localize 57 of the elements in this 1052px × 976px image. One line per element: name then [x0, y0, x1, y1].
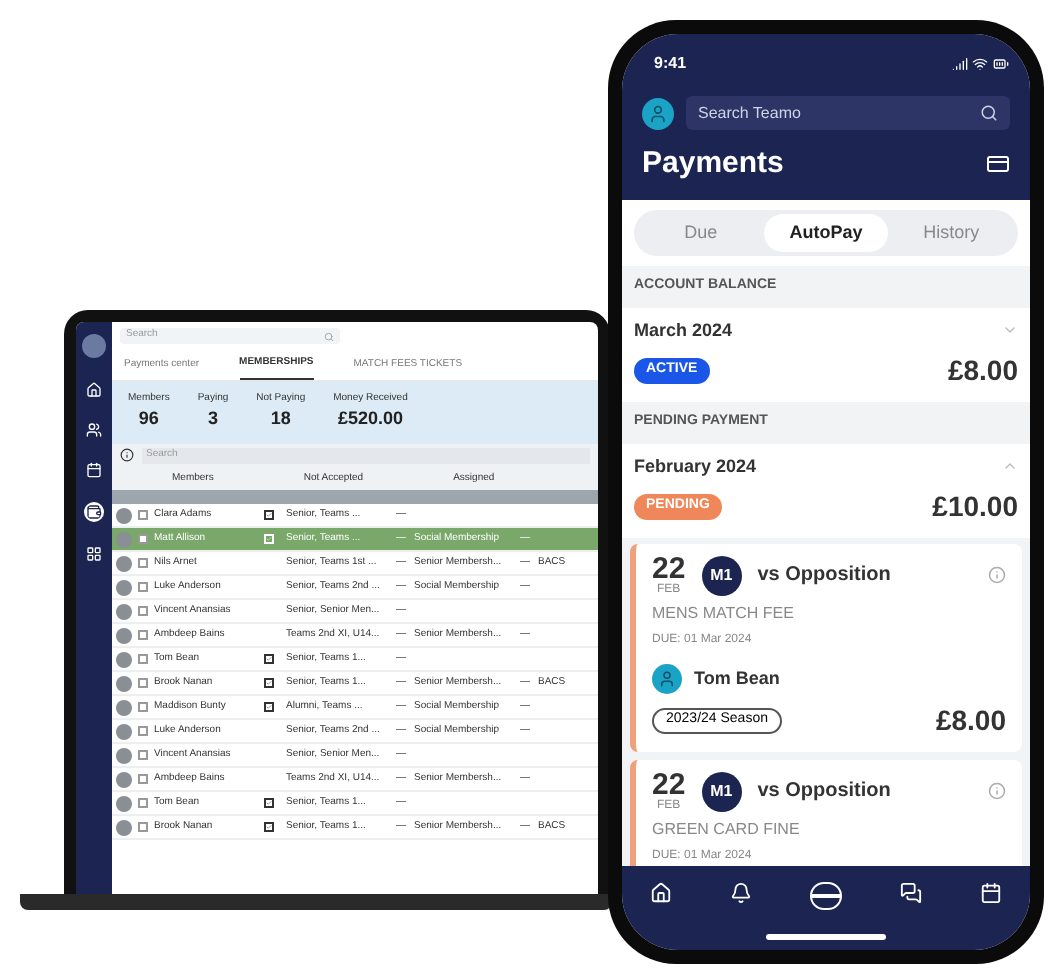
- calendar-icon[interactable]: [86, 462, 102, 478]
- month-label: February 2024: [634, 453, 757, 480]
- checkbox[interactable]: [138, 606, 148, 616]
- checkbox[interactable]: [138, 582, 148, 592]
- home-icon[interactable]: [650, 882, 673, 904]
- checkbox[interactable]: [138, 702, 148, 712]
- logo-icon[interactable]: [809, 882, 842, 910]
- checkbox[interactable]: [138, 822, 148, 832]
- checkbox[interactable]: [138, 654, 148, 664]
- stat-value: 3: [207, 406, 218, 432]
- avatar-icon: [652, 664, 682, 694]
- fee-name: MENS MATCH FEE: [652, 602, 796, 626]
- grid-icon[interactable]: [86, 546, 102, 562]
- stat-value: £520.00: [337, 406, 403, 432]
- balance-amount: £8.00: [947, 352, 1018, 390]
- search-icon: [980, 104, 998, 122]
- tab[interactable]: AutoPay: [763, 213, 889, 252]
- stat-value: 18: [270, 406, 291, 432]
- wallet-icon[interactable]: [84, 502, 104, 522]
- team-badge: M1: [701, 555, 742, 595]
- home-indicator: [766, 934, 886, 940]
- member-name: Tom Bean: [694, 665, 780, 692]
- card-icon[interactable]: [986, 152, 1010, 177]
- fee-amount: £8.00: [935, 702, 1006, 740]
- checkbox[interactable]: [138, 678, 148, 688]
- stat-value: 96: [138, 406, 159, 432]
- team-badge: M1: [701, 771, 742, 811]
- checkbox[interactable]: [138, 750, 148, 760]
- status-time: 9:41: [652, 52, 687, 76]
- club-logo-icon: [82, 334, 106, 358]
- checkbox[interactable]: [138, 726, 148, 736]
- opponent-name: vs Opposition: [757, 778, 893, 806]
- search-icon: [324, 331, 334, 341]
- calendar-icon[interactable]: [979, 882, 1002, 904]
- checkbox[interactable]: [138, 558, 148, 568]
- search-field[interactable]: Search Teamo: [686, 96, 1010, 130]
- balance-amount: £10.00: [932, 488, 1018, 526]
- date-day: 22: [652, 770, 686, 800]
- chat-icon[interactable]: [899, 882, 922, 904]
- fee-name: GREEN CARD FINE: [652, 818, 802, 842]
- opponent-name: vs Opposition: [757, 562, 893, 590]
- checkbox[interactable]: [138, 534, 148, 544]
- info-icon: [120, 448, 134, 462]
- date-day: 22: [652, 554, 686, 584]
- status-icons: [952, 56, 1010, 72]
- home-icon[interactable]: [86, 382, 102, 398]
- info-icon[interactable]: [988, 782, 1006, 800]
- month-label: March 2024: [634, 317, 733, 343]
- info-icon[interactable]: [988, 566, 1006, 584]
- checkbox[interactable]: [138, 774, 148, 784]
- checkbox[interactable]: [138, 798, 148, 808]
- checkbox[interactable]: [138, 510, 148, 520]
- people-icon[interactable]: [86, 422, 102, 438]
- bell-icon[interactable]: [730, 882, 753, 904]
- page-title: Payments: [642, 144, 784, 184]
- checkbox[interactable]: [138, 630, 148, 640]
- avatar-icon[interactable]: [642, 97, 674, 129]
